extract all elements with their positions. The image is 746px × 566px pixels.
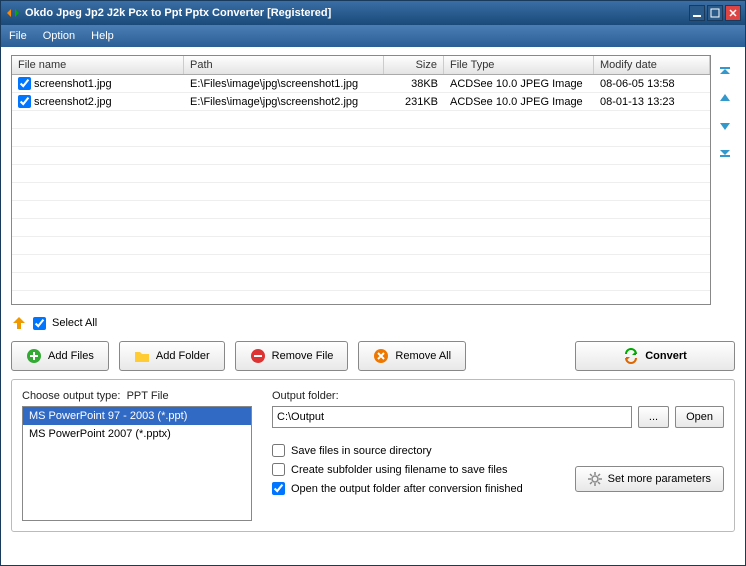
- folder-icon: [134, 348, 150, 364]
- output-folder-label: Output folder:: [272, 390, 724, 402]
- window-title: Okdo Jpeg Jp2 J2k Pcx to Ppt Pptx Conver…: [25, 7, 687, 19]
- move-bottom-button[interactable]: [717, 143, 733, 159]
- reorder-controls: [715, 55, 735, 305]
- remove-file-label: Remove File: [272, 350, 334, 362]
- output-type-option[interactable]: MS PowerPoint 2007 (*.pptx): [23, 425, 251, 443]
- open-folder-button[interactable]: Open: [675, 406, 724, 428]
- file-path: E:\Files\image\jpg\screenshot1.jpg: [184, 77, 384, 91]
- remove-all-label: Remove All: [395, 350, 451, 362]
- remove-all-button[interactable]: Remove All: [358, 341, 466, 371]
- move-top-button[interactable]: [717, 65, 733, 81]
- menu-help[interactable]: Help: [91, 30, 114, 42]
- open-after-row: Open the output folder after conversion …: [272, 482, 575, 495]
- app-icon: [5, 5, 21, 21]
- file-date: 08-06-05 13:58: [594, 77, 710, 91]
- move-up-button[interactable]: [717, 91, 733, 107]
- file-name: screenshot2.jpg: [34, 96, 112, 108]
- output-folder-input[interactable]: [272, 406, 632, 428]
- add-folder-label: Add Folder: [156, 350, 210, 362]
- save-in-source-row: Save files in source directory: [272, 444, 575, 457]
- output-type-pane: Choose output type: PPT File MS PowerPoi…: [22, 390, 252, 521]
- x-icon: [373, 348, 389, 364]
- file-path: E:\Files\image\jpg\screenshot2.jpg: [184, 95, 384, 109]
- col-type[interactable]: File Type: [444, 56, 594, 74]
- output-folder-pane: Output folder: ... Open Save files in so…: [272, 390, 724, 521]
- create-subfolder-row: Create subfolder using filename to save …: [272, 463, 575, 476]
- browse-button[interactable]: ...: [638, 406, 669, 428]
- add-files-button[interactable]: Add Files: [11, 341, 109, 371]
- output-folder-row: ... Open: [272, 406, 724, 428]
- menubar: File Option Help: [1, 25, 745, 47]
- table-body: screenshot1.jpg E:\Files\image\jpg\screen…: [12, 75, 710, 305]
- save-in-source-checkbox[interactable]: [272, 444, 285, 457]
- menu-option[interactable]: Option: [43, 30, 75, 42]
- save-in-source-label: Save files in source directory: [291, 445, 432, 457]
- add-folder-button[interactable]: Add Folder: [119, 341, 225, 371]
- gear-icon: [588, 472, 602, 486]
- table-area: File name Path Size File Type Modify dat…: [11, 55, 735, 305]
- col-size[interactable]: Size: [384, 56, 444, 74]
- row-checkbox[interactable]: [18, 77, 31, 90]
- file-name: screenshot1.jpg: [34, 78, 112, 90]
- maximize-button[interactable]: [707, 5, 723, 21]
- output-type-label: Choose output type: PPT File: [22, 390, 252, 402]
- file-size: 231KB: [384, 95, 444, 109]
- titlebar: Okdo Jpeg Jp2 J2k Pcx to Ppt Pptx Conver…: [1, 1, 745, 25]
- plus-icon: [26, 348, 42, 364]
- more-parameters-button[interactable]: Set more parameters: [575, 466, 724, 492]
- content: File name Path Size File Type Modify dat…: [1, 47, 745, 565]
- output-type-option[interactable]: MS PowerPoint 97 - 2003 (*.ppt): [23, 407, 251, 425]
- move-down-button[interactable]: [717, 117, 733, 133]
- file-size: 38KB: [384, 77, 444, 91]
- action-buttons: Add Files Add Folder Remove File Remove …: [11, 341, 735, 371]
- file-table: File name Path Size File Type Modify dat…: [11, 55, 711, 305]
- open-after-checkbox[interactable]: [272, 482, 285, 495]
- open-after-label: Open the output folder after conversion …: [291, 483, 523, 495]
- create-subfolder-checkbox[interactable]: [272, 463, 285, 476]
- table-row[interactable]: screenshot1.jpg E:\Files\image\jpg\screen…: [12, 75, 710, 93]
- menu-file[interactable]: File: [9, 30, 27, 42]
- file-date: 08-01-13 13:23: [594, 95, 710, 109]
- table-header: File name Path Size File Type Modify dat…: [12, 56, 710, 75]
- minimize-button[interactable]: [689, 5, 705, 21]
- add-files-label: Add Files: [48, 350, 94, 362]
- file-type: ACDSee 10.0 JPEG Image: [444, 77, 594, 91]
- col-date[interactable]: Modify date: [594, 56, 710, 74]
- more-parameters-label: Set more parameters: [608, 473, 711, 485]
- convert-icon: [623, 348, 639, 364]
- col-path[interactable]: Path: [184, 56, 384, 74]
- convert-label: Convert: [645, 350, 687, 362]
- close-button[interactable]: [725, 5, 741, 21]
- up-folder-icon[interactable]: [11, 315, 27, 331]
- select-all-checkbox[interactable]: [33, 317, 46, 330]
- create-subfolder-label: Create subfolder using filename to save …: [291, 464, 507, 476]
- output-type-list[interactable]: MS PowerPoint 97 - 2003 (*.ppt)MS PowerP…: [22, 406, 252, 521]
- select-all-label: Select All: [52, 317, 97, 329]
- row-checkbox[interactable]: [18, 95, 31, 108]
- app-window: Okdo Jpeg Jp2 J2k Pcx to Ppt Pptx Conver…: [0, 0, 746, 566]
- settings-panel: Choose output type: PPT File MS PowerPoi…: [11, 379, 735, 532]
- remove-file-button[interactable]: Remove File: [235, 341, 349, 371]
- table-row[interactable]: screenshot2.jpg E:\Files\image\jpg\screen…: [12, 93, 710, 111]
- col-name[interactable]: File name: [12, 56, 184, 74]
- minus-icon: [250, 348, 266, 364]
- select-all-row: Select All: [11, 313, 735, 333]
- convert-button[interactable]: Convert: [575, 341, 735, 371]
- file-type: ACDSee 10.0 JPEG Image: [444, 95, 594, 109]
